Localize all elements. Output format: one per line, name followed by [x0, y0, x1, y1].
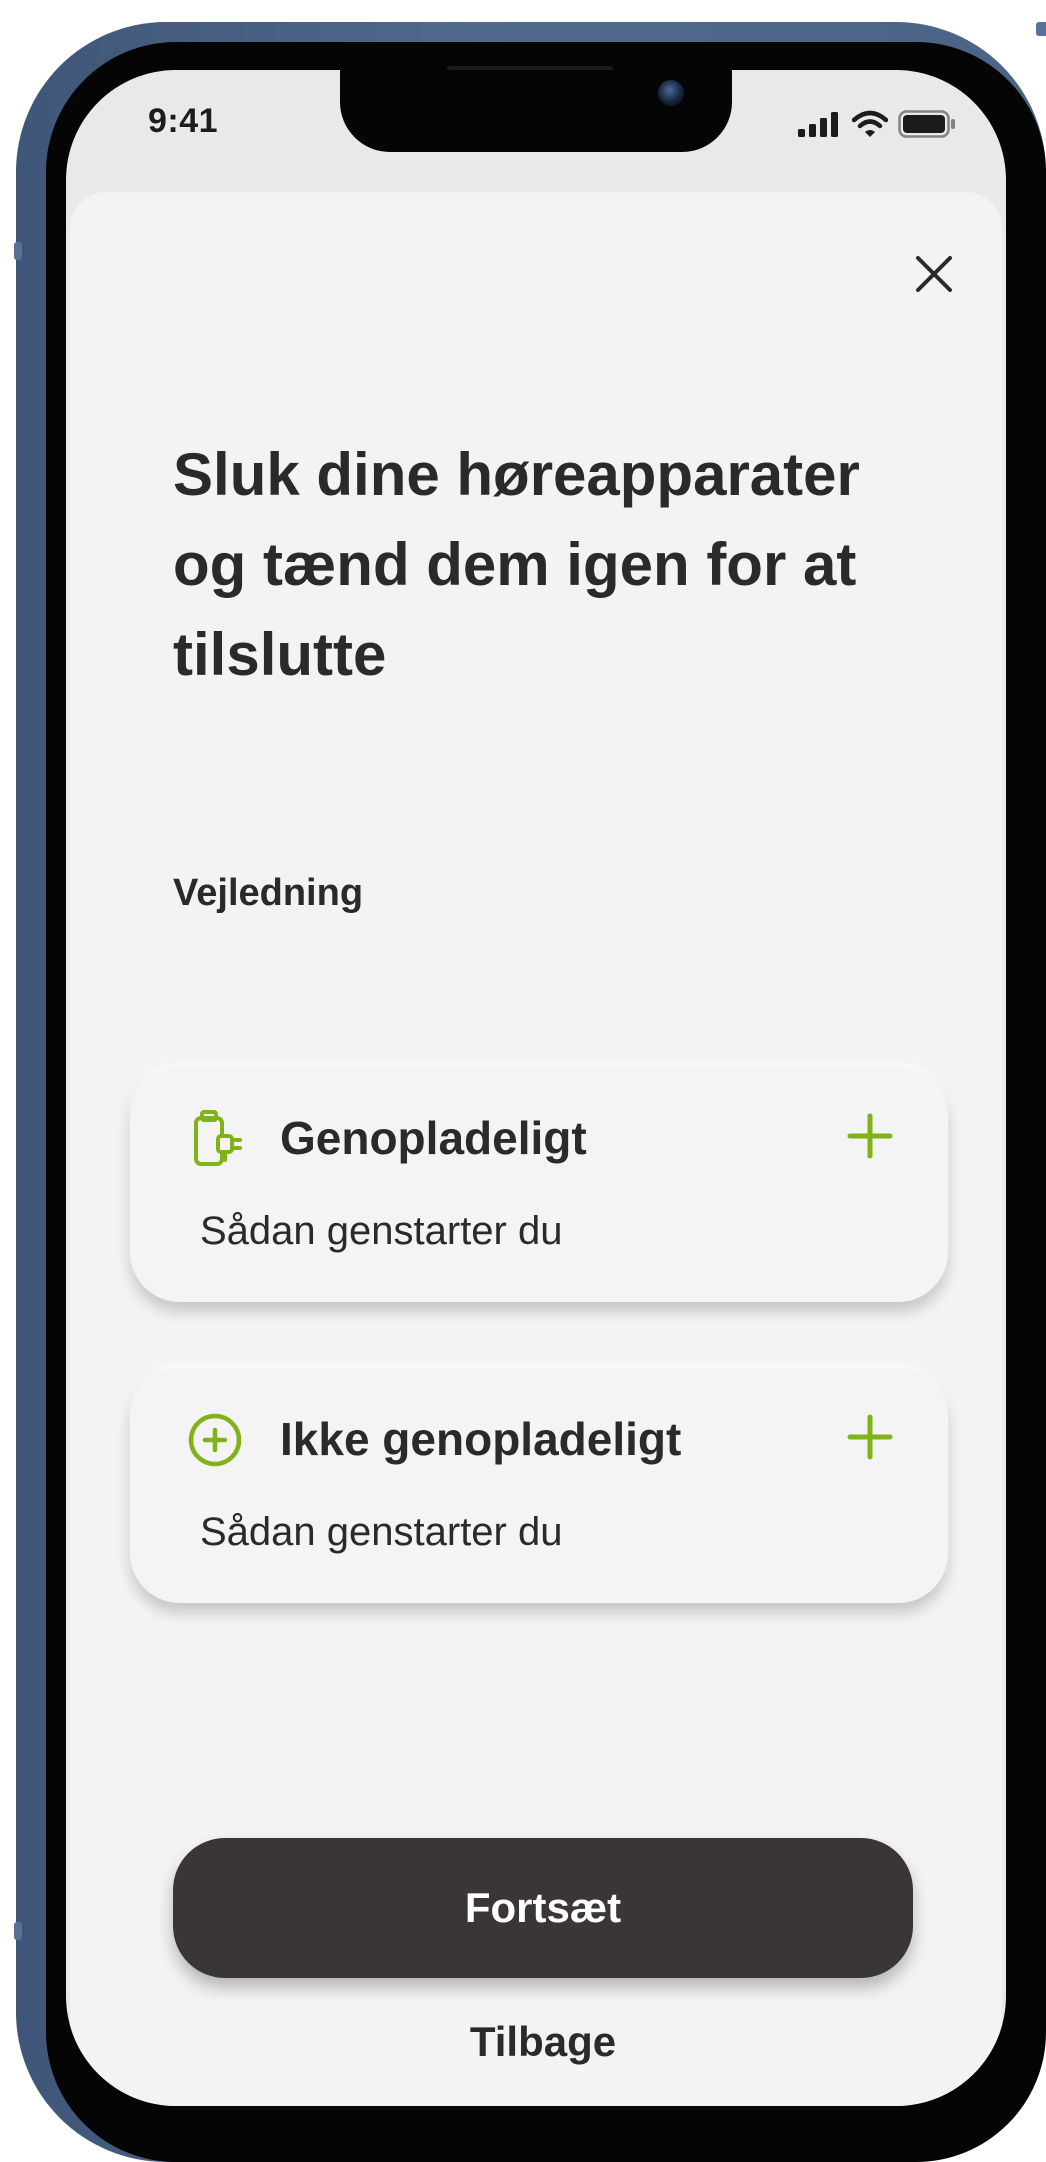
- back-link[interactable]: Tilbage: [173, 2018, 913, 2066]
- card-subtitle: Sådan genstarter du: [200, 1209, 563, 1253]
- status-time: 9:41: [148, 102, 219, 140]
- wifi-icon: [852, 110, 888, 137]
- card-non-rechargeable[interactable]: Ikke genopladeligt Sådan genstarter du: [130, 1367, 948, 1603]
- close-icon: [916, 256, 952, 292]
- side-button: [1036, 22, 1046, 36]
- screen: 9:41 Sluk dine høreapparater og tænd dem…: [66, 70, 1006, 2106]
- expand-plus-icon[interactable]: [844, 1110, 896, 1162]
- cellular-signal-icon: [798, 112, 838, 137]
- continue-button[interactable]: Fortsæt: [173, 1838, 913, 1978]
- close-button[interactable]: [906, 246, 962, 302]
- side-button: [14, 242, 22, 260]
- plus-circle-icon: [188, 1413, 242, 1467]
- front-camera: [658, 80, 684, 106]
- section-label: Vejledning: [173, 872, 364, 914]
- notch: [340, 70, 732, 152]
- card-title: Genopladeligt: [280, 1112, 587, 1164]
- page-title: Sluk dine høreapparater og tænd dem igen…: [173, 441, 860, 688]
- status-icons: [798, 110, 956, 138]
- card-rechargeable[interactable]: Genopladeligt Sådan genstarter du: [130, 1066, 948, 1302]
- battery-icon: [898, 110, 955, 138]
- expand-plus-icon[interactable]: [844, 1411, 896, 1463]
- card-subtitle: Sådan genstarter du: [200, 1510, 563, 1554]
- modal-sheet: Sluk dine høreapparater og tænd dem igen…: [70, 192, 1002, 2106]
- side-button: [14, 1922, 22, 1940]
- card-title: Ikke genopladeligt: [280, 1413, 682, 1465]
- rechargeable-battery-icon: [194, 1110, 242, 1166]
